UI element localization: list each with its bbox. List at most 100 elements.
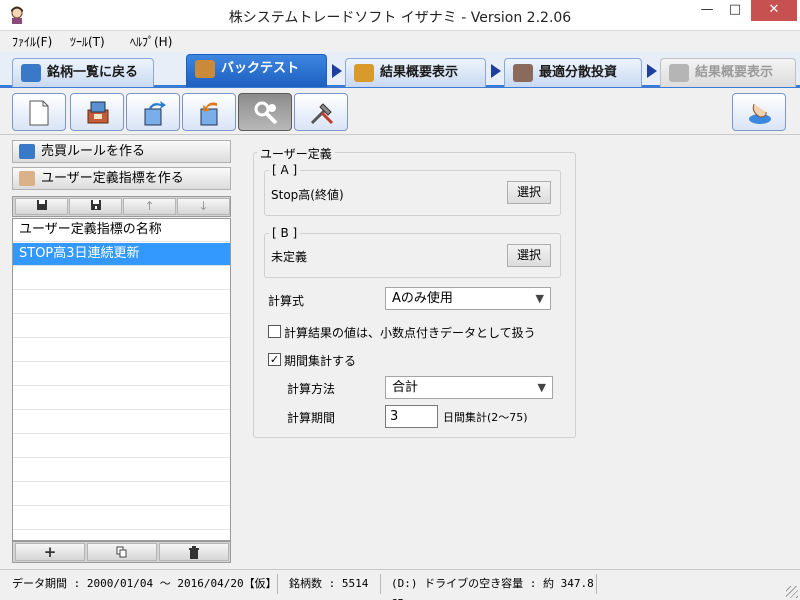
tab-optimal-diversification[interactable]: 最適分散投資 <box>504 58 642 87</box>
import-button[interactable] <box>182 93 236 131</box>
indicator-list[interactable]: ユーザー定義指標の名称 STOP高3日連続更新 <box>12 218 231 541</box>
factory-icon <box>669 64 689 82</box>
tab-result-summary-2-label: 結果概要表示 <box>695 65 774 80</box>
import-icon <box>200 102 218 126</box>
list-item-empty <box>13 483 230 506</box>
calc-formula-label: 計算式 <box>268 294 305 308</box>
list-item-empty <box>13 411 230 434</box>
menu-tools[interactable]: ﾂｰﾙ(T) <box>70 33 105 50</box>
maximize-button[interactable]: □ <box>722 0 748 21</box>
calc-formula-select[interactable]: Aのみ使用 ▼ <box>385 287 551 310</box>
tools-icon <box>254 101 278 125</box>
data-period-status: データ期間 : 2000/01/04 〜 2016/04/20【仮】 <box>8 574 278 594</box>
open-rule-button[interactable] <box>70 93 124 131</box>
list-toolbar: ↑ ↓ <box>12 196 231 217</box>
group-a-label: [ A ] <box>269 163 301 177</box>
list-item-empty <box>13 267 230 290</box>
arrow-right-icon <box>647 64 657 78</box>
tab-result-summary-2: 結果概要表示 <box>660 58 796 87</box>
export-button[interactable] <box>126 93 180 131</box>
result-summary-icon <box>354 64 374 82</box>
stock-list-icon <box>21 64 41 82</box>
list-item-empty <box>13 435 230 458</box>
arrow-right-icon <box>332 64 342 78</box>
delete-button[interactable] <box>159 543 229 561</box>
make-indicator-label: ユーザー定義指標を作る <box>41 171 184 186</box>
tab-result-summary[interactable]: 結果概要表示 <box>345 58 486 87</box>
decimal-checkbox[interactable] <box>268 325 281 338</box>
menu-file[interactable]: ﾌｧｲﾙ(F) <box>12 33 52 50</box>
user-defined-title: ユーザー定義 <box>257 145 335 162</box>
rule-icon <box>19 144 35 159</box>
list-item-empty <box>13 315 230 338</box>
save-icon <box>36 200 47 210</box>
make-rule-label: 売買ルールを作る <box>41 144 146 159</box>
add-button[interactable]: + <box>15 543 85 561</box>
list-item[interactable]: STOP高3日連続更新 <box>13 243 230 266</box>
move-up-button[interactable]: ↑ <box>123 198 176 215</box>
select-b-button[interactable]: 選択 <box>507 244 551 267</box>
calc-formula-value: Aのみ使用 <box>392 291 453 306</box>
save-button[interactable] <box>15 198 68 215</box>
indicator-icon <box>19 171 35 186</box>
arrow-right-icon <box>491 64 501 78</box>
decimal-checkbox-label: 計算結果の値は、小数点付きデータとして扱う <box>284 326 536 340</box>
help-icon <box>749 103 771 124</box>
group-b-label: [ B ] <box>269 226 301 240</box>
tab-strip: 銘柄一覧に戻る バックテスト 結果概要表示 最適分散投資 結果概要表示 <box>0 52 800 88</box>
minimize-button[interactable]: — <box>694 0 720 21</box>
settings-button[interactable] <box>294 93 348 131</box>
save-as-button[interactable] <box>69 198 122 215</box>
window-title: 株システムトレードソフト イザナミ - Version 2.2.06 <box>228 10 572 26</box>
disk-space-status: (D:) ドライブの空き容量 : 約 347.8 GB <box>387 574 597 600</box>
spreadsheet-icon <box>513 64 533 82</box>
tab-stock-list[interactable]: 銘柄一覧に戻る <box>12 58 154 87</box>
period-aggregate-checkbox[interactable]: ✓ <box>268 353 281 366</box>
tab-backtest[interactable]: バックテスト <box>186 54 327 87</box>
title-bar: 株システムトレードソフト イザナミ - Version 2.2.06 — □ ✕ <box>0 0 800 31</box>
open-rule-icon <box>87 101 109 124</box>
list-item-empty <box>13 339 230 362</box>
list-item-empty <box>13 459 230 482</box>
list-item-empty <box>13 507 230 530</box>
status-bar: データ期間 : 2000/01/04 〜 2016/04/20【仮】 銘柄数 :… <box>0 569 800 600</box>
new-document-button[interactable] <box>12 93 66 131</box>
tab-stock-list-label: 銘柄一覧に戻る <box>47 65 139 80</box>
menu-bar: ﾌｧｲﾙ(F) ﾂｰﾙ(T) ﾍﾙﾌﾟ(H) <box>0 31 800 51</box>
settings-icon <box>310 103 334 125</box>
period-aggregate-label: 期間集計する <box>284 354 357 368</box>
backtest-icon <box>195 60 215 78</box>
tab-optimal-diversification-label: 最適分散投資 <box>539 65 618 80</box>
toolbar <box>0 91 800 135</box>
tab-result-summary-label: 結果概要表示 <box>380 65 459 80</box>
list-item-empty <box>13 363 230 386</box>
group-b-value: 未定義 <box>271 250 308 264</box>
make-indicator-button[interactable]: ユーザー定義指標を作る <box>12 167 231 190</box>
select-a-button[interactable]: 選択 <box>507 181 551 204</box>
export-icon <box>144 101 166 126</box>
calc-method-select[interactable]: 合計 ▼ <box>385 376 553 399</box>
chevron-down-icon: ▼ <box>537 381 546 394</box>
help-button[interactable] <box>732 93 786 131</box>
tab-backtest-label: バックテスト <box>221 61 300 76</box>
close-button[interactable]: ✕ <box>751 0 797 21</box>
calc-method-value: 合計 <box>392 380 419 395</box>
chevron-down-icon: ▼ <box>535 292 544 305</box>
tools-button[interactable] <box>238 93 292 131</box>
list-item-empty <box>13 291 230 314</box>
resize-grip[interactable] <box>786 586 798 598</box>
move-down-button[interactable]: ↓ <box>177 198 230 215</box>
make-rule-button[interactable]: 売買ルールを作る <box>12 140 231 163</box>
list-bottom-bar: + <box>12 541 231 563</box>
menu-help[interactable]: ﾍﾙﾌﾟ(H) <box>130 33 172 50</box>
stock-count-status: 銘柄数 : 5514 <box>285 574 381 594</box>
copy-button[interactable] <box>87 543 157 561</box>
calc-period-suffix: 日間集計(2〜75) <box>443 411 528 424</box>
save-as-icon <box>90 200 101 210</box>
trash-icon <box>189 546 199 559</box>
list-item-empty <box>13 387 230 410</box>
calc-method-label: 計算方法 <box>287 382 336 396</box>
calc-period-label: 計算期間 <box>287 411 336 425</box>
new-document-icon <box>29 100 49 126</box>
calc-period-input[interactable]: 3 <box>385 405 438 428</box>
